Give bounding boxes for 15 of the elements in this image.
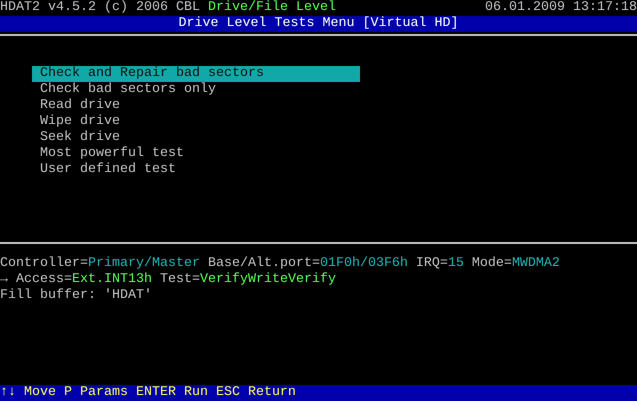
info-line: Controller=Primary/Master Base/Alt.port=01F0h/03F6h IRQ=15 Mode=MWDMA2: [0, 256, 561, 272]
info-line: Fill buffer: 'HDAT': [0, 288, 153, 304]
menu-item[interactable]: Wipe drive: [32, 114, 360, 130]
program-title: HDAT2 v4.5.2 (c) 2006 CBL: [0, 0, 200, 16]
menu-item[interactable]: Check and Repair bad sectors: [32, 66, 360, 82]
date-time: 06.01.2009 13:17:18: [485, 0, 637, 16]
info-line: → Access=Ext.INT13h Test=VerifyWriteVerify: [0, 272, 337, 288]
menu-item[interactable]: Read drive: [32, 98, 360, 114]
menu-item[interactable]: Seek drive: [32, 130, 360, 146]
key-help-bar: ↑↓ Move P Params ENTER Run ESC Return: [0, 385, 637, 401]
level-label: Drive/File Level: [208, 0, 336, 16]
menu-title-bar: Drive Level Tests Menu [Virtual HD]: [0, 16, 637, 32]
menu-item[interactable]: User defined test: [32, 162, 360, 178]
menu-item[interactable]: Most powerful test: [32, 146, 360, 162]
menu-item[interactable]: Check bad sectors only: [32, 82, 360, 98]
